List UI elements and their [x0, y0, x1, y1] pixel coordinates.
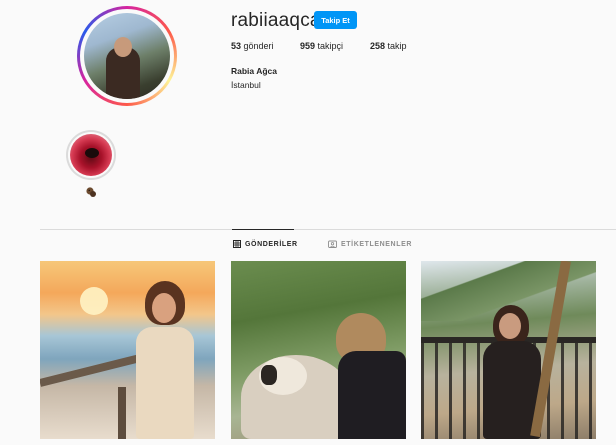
person-face — [499, 313, 521, 339]
person-dress — [136, 327, 194, 439]
railing-post-shape — [118, 387, 126, 439]
tab-posts-label: GÖNDERİLER — [245, 240, 298, 248]
highlight-photo — [70, 134, 112, 176]
active-tab-indicator — [232, 229, 294, 230]
post-thumbnail-3[interactable] — [421, 261, 596, 439]
story-highlight[interactable] — [66, 130, 116, 180]
followers-stat[interactable]: 959 takipçi — [300, 41, 343, 51]
followers-count: 959 — [300, 41, 316, 51]
posts-count: 53 — [231, 41, 242, 51]
post-thumbnail-1[interactable] — [40, 261, 215, 439]
dog-ear-shape — [261, 365, 277, 385]
tab-tagged[interactable]: ETİKETLENENLER — [328, 240, 412, 248]
tabs-divider — [40, 229, 616, 230]
avatar-photo — [84, 13, 170, 99]
person-body — [338, 351, 406, 439]
profile-avatar[interactable] — [77, 6, 177, 106]
following-stat[interactable]: 258 takip — [370, 41, 407, 51]
person-figure — [130, 281, 200, 439]
posts-stat[interactable]: 53 gönderi — [231, 41, 274, 51]
followers-label: takipçi — [317, 41, 344, 51]
sloth-emoji-icon — [86, 187, 96, 197]
tab-posts[interactable]: GÖNDERİLER — [233, 240, 298, 248]
post-thumbnail-2[interactable] — [231, 261, 406, 439]
posts-label: gönderi — [243, 41, 274, 51]
tab-tagged-label: ETİKETLENENLER — [341, 240, 413, 248]
avatar-face — [114, 37, 132, 57]
following-count: 258 — [370, 41, 386, 51]
highlight-photo-detail — [85, 148, 99, 158]
follow-button[interactable]: Takip Et — [314, 11, 357, 29]
avatar-inner-ring — [80, 9, 174, 103]
sun-shape — [80, 287, 108, 315]
tag-icon — [328, 240, 337, 248]
profile-location: İstanbul — [231, 80, 261, 90]
profile-full-name: Rabia Ağca — [231, 66, 277, 76]
following-label: takip — [387, 41, 407, 51]
person-figure — [326, 313, 406, 439]
person-face — [152, 293, 176, 323]
profile-username: rabiiaaqca — [231, 10, 321, 31]
grid-icon — [233, 240, 241, 248]
highlight-inner-ring — [68, 132, 114, 178]
